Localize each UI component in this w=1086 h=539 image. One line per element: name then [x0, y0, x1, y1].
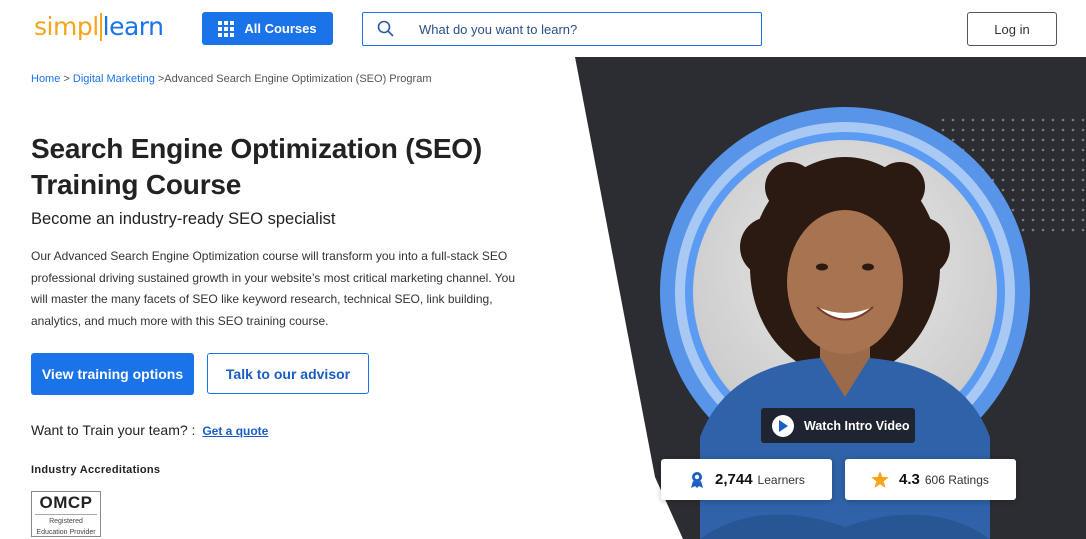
accreditations-heading: Industry Accreditations [31, 464, 161, 476]
login-button[interactable]: Log in [967, 12, 1057, 46]
breadcrumb-separator: > [154, 73, 165, 85]
team-training-prompt: Want to Train your team? : Get a quote [31, 422, 268, 438]
omcp-subtitle-2: Education Provider [36, 529, 96, 536]
breadcrumb-home[interactable]: Home [31, 73, 60, 85]
all-courses-button[interactable]: All Courses [202, 12, 333, 45]
search-bar[interactable] [362, 12, 762, 46]
ratings-count-label: 606 Ratings [924, 472, 989, 487]
talk-to-advisor-button[interactable]: Talk to our advisor [207, 353, 369, 394]
site-header: simpllearn All Courses Log in [0, 0, 1086, 57]
star-icon [871, 471, 889, 488]
breadcrumb-separator: > [60, 73, 73, 85]
omcp-subtitle-1: Registered [49, 518, 83, 525]
team-training-text: Want to Train your team? : [31, 422, 196, 438]
learners-label: Learners [757, 472, 805, 487]
watch-intro-video-button[interactable]: Watch Intro Video [761, 408, 915, 443]
title-line-2: Training Course [31, 169, 242, 200]
omcp-logo-text: OMCP [35, 492, 97, 515]
search-input[interactable] [419, 21, 739, 37]
omcp-badge: OMCP Registered Education Provider [31, 491, 101, 537]
breadcrumb: Home > Digital Marketing >Advanced Searc… [31, 73, 431, 85]
learners-card: 2,744 Learners [661, 459, 832, 500]
course-description: Our Advanced Search Engine Optimization … [31, 249, 516, 328]
ratings-card: 4.3 606 Ratings [845, 459, 1016, 500]
learner-badge-icon [691, 471, 703, 488]
logo-text-part2: learn [102, 12, 164, 41]
view-training-options-button[interactable]: View training options [31, 353, 194, 395]
breadcrumb-current: Advanced Search Engine Optimization (SEO… [164, 73, 432, 85]
search-icon [377, 20, 394, 37]
all-courses-label: All Courses [244, 21, 317, 36]
rating-value: 4.3 [899, 471, 920, 488]
simplilearn-logo[interactable]: simpl learn [34, 12, 164, 41]
grid-menu-icon [218, 20, 235, 37]
breadcrumb-digital-marketing[interactable]: Digital Marketing [73, 73, 155, 85]
page-subtitle: Become an industry-ready SEO specialist [31, 210, 336, 228]
learners-count: 2,744 [715, 471, 753, 488]
logo-divider [99, 13, 102, 41]
title-line-1: Search Engine Optimization (SEO) [31, 133, 482, 164]
page-title: Search Engine Optimization (SEO) Trainin… [31, 131, 551, 203]
logo-text-part1: simpl [34, 12, 99, 41]
watch-intro-video-label: Watch Intro Video [804, 418, 910, 433]
get-a-quote-link[interactable]: Get a quote [202, 424, 268, 438]
play-icon [772, 414, 794, 437]
